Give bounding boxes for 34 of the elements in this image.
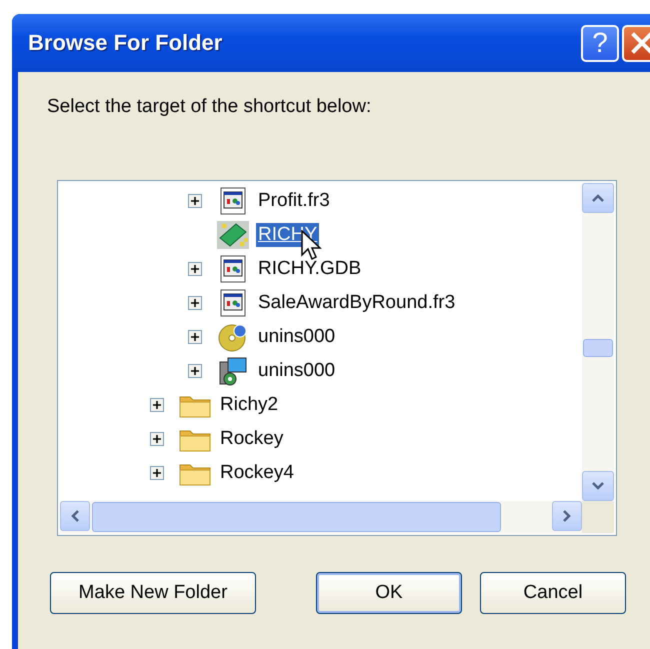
scroll-down-button[interactable] [582, 471, 614, 501]
dialog-button[interactable]: Cancel [480, 572, 626, 614]
expand-icon[interactable] [188, 194, 202, 208]
tree-item[interactable]: Profit.fr3 [256, 189, 332, 213]
tree-item[interactable]: Rockey [218, 427, 286, 451]
close-icon [631, 32, 650, 54]
circuit-board-icon [216, 220, 250, 250]
tree-item[interactable]: Rockey4 [218, 461, 296, 485]
dialog-button[interactable]: OK [316, 572, 462, 614]
horizontal-scrollbar[interactable] [60, 501, 582, 533]
tree-item[interactable]: unins000 [256, 359, 338, 383]
prompt-text: Select the target of the shortcut below: [47, 96, 372, 118]
dialog-button[interactable]: Make New Folder [50, 572, 256, 614]
scroll-thumb[interactable] [92, 502, 501, 532]
tree-item[interactable]: SaleAwardByRound.fr3 [256, 291, 458, 315]
tree-item[interactable]: unins000 [256, 325, 338, 349]
expand-icon[interactable] [150, 432, 164, 446]
expand-icon[interactable] [150, 398, 164, 412]
window-title: Browse For Folder [28, 30, 224, 56]
close-button[interactable] [622, 24, 650, 62]
tree-item[interactable]: RICHY.GDB [256, 257, 364, 281]
scroll-right-button[interactable] [552, 501, 582, 531]
scroll-thumb[interactable] [583, 339, 613, 357]
scroll-up-button[interactable] [582, 183, 614, 213]
expand-icon[interactable] [188, 330, 202, 344]
vertical-scrollbar[interactable] [582, 183, 614, 501]
expand-icon[interactable] [188, 364, 202, 378]
scroll-left-button[interactable] [60, 501, 90, 531]
tree-item[interactable]: Richy2 [218, 393, 280, 417]
help-button[interactable]: ? [581, 24, 619, 62]
scrollbar-corner [582, 501, 614, 533]
expand-icon[interactable] [188, 296, 202, 310]
expand-icon[interactable] [188, 262, 202, 276]
expand-icon[interactable] [150, 466, 164, 480]
